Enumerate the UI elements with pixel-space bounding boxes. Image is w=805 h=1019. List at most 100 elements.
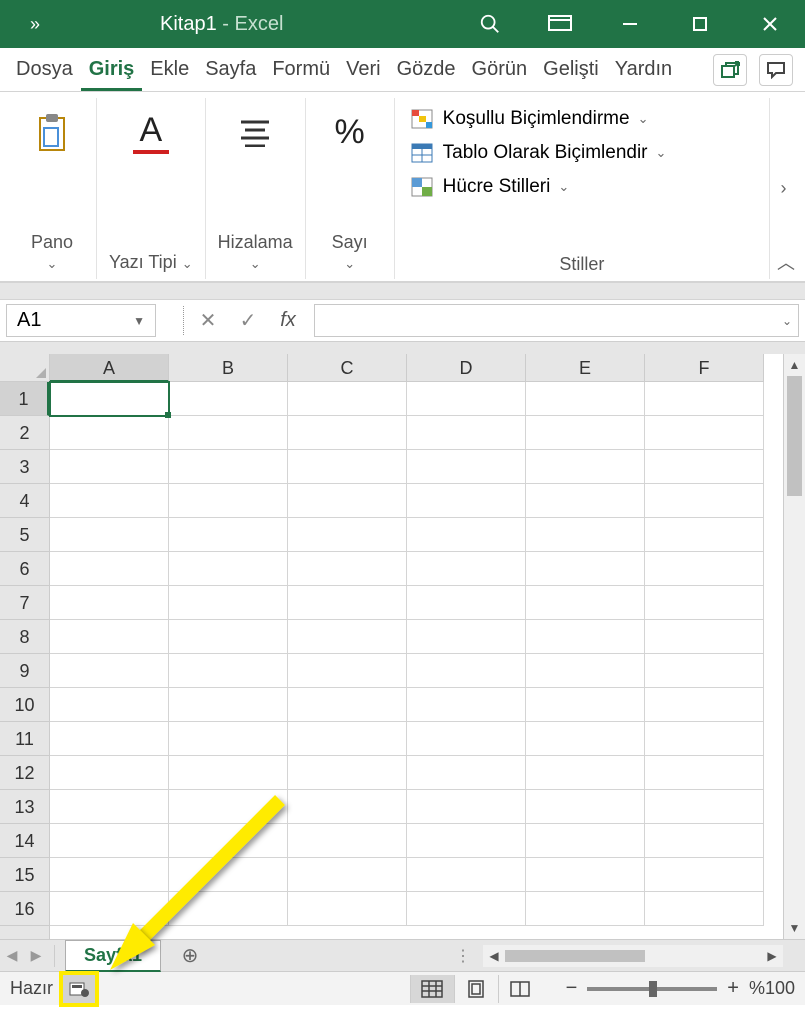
row-header[interactable]: 3	[0, 450, 49, 484]
cell[interactable]	[288, 382, 407, 416]
scroll-down-icon[interactable]: ▼	[784, 917, 805, 939]
qat-overflow-icon[interactable]: »	[0, 14, 70, 35]
cell[interactable]	[50, 416, 169, 450]
cell[interactable]	[526, 722, 645, 756]
cell[interactable]	[50, 484, 169, 518]
row-header[interactable]: 14	[0, 824, 49, 858]
chevron-down-icon[interactable]: ⌄	[344, 256, 355, 271]
cell[interactable]	[50, 688, 169, 722]
cell[interactable]	[169, 416, 288, 450]
page-break-view-button[interactable]	[498, 975, 542, 1003]
tab-file[interactable]: Dosya	[8, 50, 81, 91]
cell[interactable]	[526, 654, 645, 688]
cell[interactable]	[526, 756, 645, 790]
cell[interactable]	[645, 552, 764, 586]
column-header[interactable]: C	[288, 354, 407, 382]
row-header[interactable]: 5	[0, 518, 49, 552]
cell[interactable]	[407, 722, 526, 756]
cell[interactable]	[645, 654, 764, 688]
cell[interactable]	[288, 450, 407, 484]
accept-formula-button[interactable]: ✓	[228, 300, 268, 341]
scroll-thumb[interactable]	[505, 950, 645, 962]
scroll-right-icon[interactable]: ▶	[761, 949, 783, 963]
collapse-ribbon-icon[interactable]: ︿	[777, 249, 795, 275]
font-button[interactable]: A	[123, 104, 179, 160]
paste-button[interactable]	[20, 104, 84, 160]
prev-sheet-icon[interactable]: ◀	[0, 947, 24, 964]
scroll-track[interactable]	[505, 948, 761, 964]
horizontal-scrollbar[interactable]: ◀ ▶	[483, 945, 783, 967]
cell[interactable]	[169, 824, 288, 858]
minimize-button[interactable]	[595, 0, 665, 48]
row-header[interactable]: 15	[0, 858, 49, 892]
cell[interactable]	[645, 382, 764, 416]
tab-review[interactable]: Gözde	[389, 50, 464, 91]
cell[interactable]	[50, 518, 169, 552]
close-button[interactable]	[735, 0, 805, 48]
column-header[interactable]: E	[526, 354, 645, 382]
cell[interactable]	[288, 620, 407, 654]
cell[interactable]	[169, 382, 288, 416]
cell[interactable]	[50, 620, 169, 654]
zoom-out-button[interactable]: −	[566, 977, 578, 1000]
cell[interactable]	[407, 416, 526, 450]
zoom-slider-knob[interactable]	[649, 981, 657, 997]
cell[interactable]	[526, 688, 645, 722]
scroll-thumb[interactable]	[787, 376, 802, 496]
cell[interactable]	[288, 688, 407, 722]
cell[interactable]	[526, 518, 645, 552]
cell[interactable]	[526, 382, 645, 416]
row-header[interactable]: 16	[0, 892, 49, 926]
select-all-button[interactable]	[0, 354, 50, 382]
tab-home[interactable]: Giriş	[81, 50, 143, 91]
cell[interactable]	[645, 790, 764, 824]
row-header[interactable]: 11	[0, 722, 49, 756]
cell[interactable]	[50, 756, 169, 790]
cell[interactable]	[169, 892, 288, 926]
formula-input[interactable]: ⌄	[314, 304, 799, 337]
cell[interactable]	[407, 586, 526, 620]
cell[interactable]	[50, 790, 169, 824]
chevron-down-icon[interactable]: ▼	[133, 314, 145, 328]
cell[interactable]	[50, 450, 169, 484]
ribbon-display-options-icon[interactable]	[525, 0, 595, 48]
tab-data[interactable]: Veri	[338, 50, 388, 91]
conditional-formatting-button[interactable]: Koşullu Biçimlendirme ⌄	[405, 102, 759, 136]
cell[interactable]	[645, 484, 764, 518]
format-as-table-button[interactable]: Tablo Olarak Biçimlendir ⌄	[405, 136, 759, 170]
tab-view[interactable]: Görün	[464, 50, 536, 91]
sheet-tab[interactable]: Sayfa1	[65, 940, 161, 972]
name-box[interactable]: A1 ▼	[6, 304, 156, 337]
cell[interactable]	[169, 586, 288, 620]
cell[interactable]	[407, 450, 526, 484]
tab-help[interactable]: Yardın	[607, 50, 680, 91]
cell[interactable]	[526, 484, 645, 518]
chevron-down-icon[interactable]: ⌄	[182, 256, 193, 271]
cell[interactable]	[169, 858, 288, 892]
zoom-slider[interactable]	[587, 987, 717, 991]
cell[interactable]	[645, 586, 764, 620]
cell-styles-button[interactable]: Hücre Stilleri ⌄	[405, 170, 759, 204]
next-sheet-icon[interactable]: ▶	[24, 947, 48, 964]
cell[interactable]	[526, 892, 645, 926]
row-header[interactable]: 8	[0, 620, 49, 654]
cell[interactable]	[50, 858, 169, 892]
tab-insert[interactable]: Ekle	[142, 50, 197, 91]
cell[interactable]	[169, 552, 288, 586]
cell[interactable]	[50, 824, 169, 858]
cell[interactable]	[526, 586, 645, 620]
cell[interactable]	[169, 518, 288, 552]
align-button[interactable]	[223, 104, 287, 160]
cell[interactable]	[645, 518, 764, 552]
cell[interactable]	[645, 824, 764, 858]
cell[interactable]	[169, 620, 288, 654]
row-header[interactable]: 7	[0, 586, 49, 620]
normal-view-button[interactable]	[410, 975, 454, 1003]
number-format-button[interactable]: %	[318, 104, 382, 160]
cell[interactable]	[169, 654, 288, 688]
cell[interactable]	[645, 416, 764, 450]
column-header[interactable]: D	[407, 354, 526, 382]
cell[interactable]	[50, 654, 169, 688]
cell[interactable]	[526, 620, 645, 654]
row-header[interactable]: 2	[0, 416, 49, 450]
